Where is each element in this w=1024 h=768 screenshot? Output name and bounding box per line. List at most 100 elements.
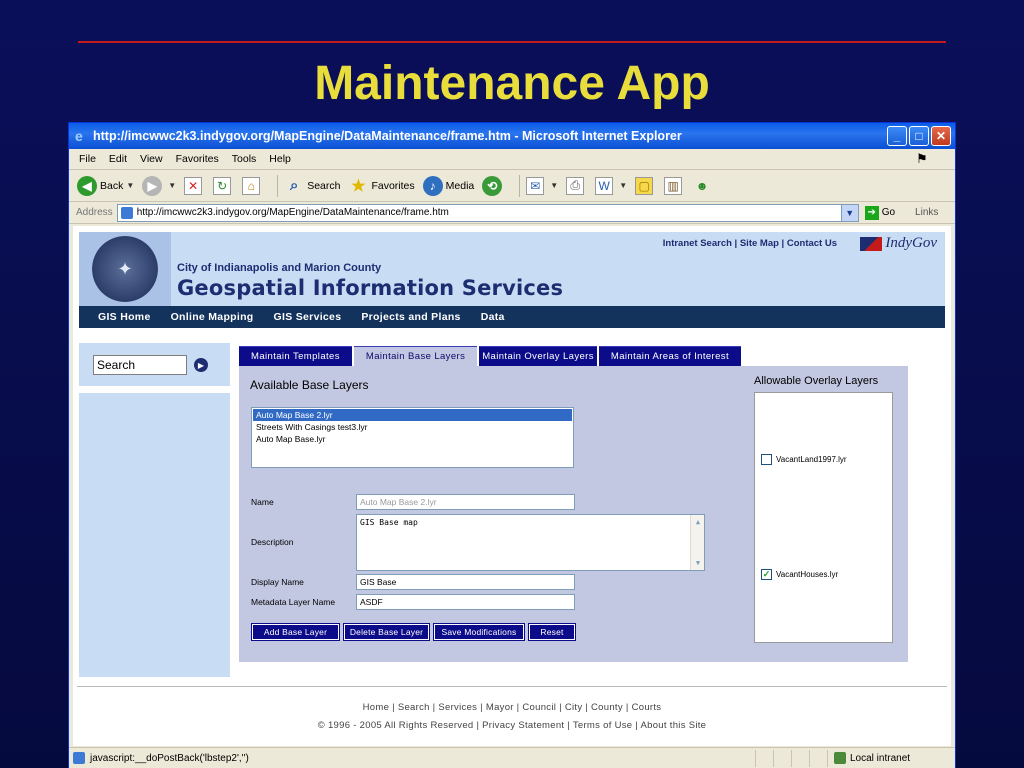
- edit-button[interactable]: W ▼: [595, 176, 627, 195]
- nav-gis-home[interactable]: GIS Home: [98, 311, 151, 323]
- menu-help[interactable]: Help: [269, 153, 291, 165]
- search-go-icon[interactable]: ▶: [194, 358, 208, 372]
- menu-tools[interactable]: Tools: [232, 153, 257, 165]
- tab-maintain-base-layers[interactable]: Maintain Base Layers: [353, 346, 478, 366]
- menu-file[interactable]: File: [79, 153, 96, 165]
- menu-favorites[interactable]: Favorites: [176, 153, 219, 165]
- status-cell: [773, 749, 791, 767]
- menu-edit[interactable]: Edit: [109, 153, 127, 165]
- footer-links[interactable]: Home | Search | Services | Mayor | Counc…: [73, 702, 951, 713]
- seal-icon: ✦: [92, 236, 158, 302]
- tab-bar: Maintain Templates Maintain Base Layers …: [239, 346, 743, 366]
- page-status-icon: [73, 752, 85, 764]
- display-name-label: Display Name: [251, 577, 304, 587]
- nav-gis-services[interactable]: GIS Services: [274, 311, 342, 323]
- forward-button[interactable]: ▶ ▼: [142, 175, 176, 196]
- star-icon: ★: [351, 177, 366, 195]
- slide-title: Maintenance App: [314, 57, 710, 110]
- chevron-down-icon[interactable]: ▼: [840, 204, 858, 221]
- metadata-layer-field[interactable]: ASDF: [356, 594, 575, 610]
- discuss-button[interactable]: ▢: [635, 176, 656, 195]
- tab-maintain-areas-of-interest[interactable]: Maintain Areas of Interest: [598, 346, 741, 366]
- base-layers-list[interactable]: Auto Map Base 2.lyr Streets With Casings…: [251, 407, 574, 468]
- research-button[interactable]: ▥: [664, 176, 685, 195]
- print-button[interactable]: ⎙: [566, 176, 587, 195]
- chevron-down-icon[interactable]: ▼: [619, 181, 627, 190]
- description-text: GIS Base map: [360, 518, 418, 527]
- history-button[interactable]: ⟲: [482, 175, 505, 196]
- intranet-icon: [834, 752, 846, 764]
- window-title: http://imcwwc2k3.indygov.org/MapEngine/D…: [93, 129, 682, 143]
- chevron-down-icon[interactable]: ▼: [126, 181, 134, 190]
- footer-copyright: © 1996 - 2005 All Rights Reserved | Priv…: [317, 720, 707, 731]
- security-zone: Local intranet: [827, 749, 955, 767]
- nav-data[interactable]: Data: [481, 311, 505, 323]
- indygov-text: IndyGov: [885, 235, 937, 251]
- reset-button[interactable]: Reset: [528, 623, 576, 641]
- chevron-down-icon[interactable]: ▼: [168, 181, 176, 190]
- nav-online-mapping[interactable]: Online Mapping: [171, 311, 254, 323]
- menu-view[interactable]: View: [140, 153, 163, 165]
- go-button[interactable]: ➔ Go: [864, 205, 895, 220]
- links-button[interactable]: Links: [915, 207, 938, 218]
- search-label: Search: [307, 179, 341, 192]
- add-base-layer-button[interactable]: Add Base Layer: [251, 623, 340, 641]
- checkbox-checked-icon[interactable]: ✓: [761, 569, 772, 580]
- window-titlebar[interactable]: e http://imcwwc2k3.indygov.org/MapEngine…: [69, 123, 955, 149]
- page-viewport: ✦ Intranet Search | Site Map | Contact U…: [73, 226, 951, 746]
- list-item[interactable]: Auto Map Base 2.lyr: [253, 409, 572, 421]
- favorites-button[interactable]: ★ Favorites: [348, 176, 414, 196]
- maximize-button[interactable]: □: [909, 126, 929, 146]
- list-item[interactable]: Auto Map Base.lyr: [253, 433, 572, 445]
- history-icon: ⟲: [482, 175, 503, 196]
- refresh-button[interactable]: ↻: [213, 176, 234, 195]
- chevron-down-icon[interactable]: ▼: [550, 181, 558, 190]
- home-button[interactable]: ⌂: [242, 176, 263, 195]
- site-search: Search ▶: [79, 343, 230, 386]
- go-arrow-icon: ➔: [864, 205, 879, 220]
- name-field[interactable]: Auto Map Base 2.lyr: [356, 494, 575, 510]
- overlay-item[interactable]: VacantLand1997.lyr: [761, 454, 847, 465]
- ie-logo-icon: e: [75, 128, 83, 144]
- overlay-item[interactable]: ✓ VacantHouses.lyr: [761, 569, 838, 580]
- description-label: Description: [251, 537, 294, 547]
- delete-base-layer-button[interactable]: Delete Base Layer: [343, 623, 430, 641]
- toolbar-separator: [519, 174, 521, 197]
- title-rule: [78, 41, 946, 43]
- description-field[interactable]: GIS Base map ▲ ▼: [356, 514, 705, 571]
- address-url: http://imcwwc2k3.indygov.org/MapEngine/D…: [136, 207, 449, 218]
- home-icon: ⌂: [242, 176, 261, 195]
- status-bar: javascript:__doPostBack('lbstep2','') Lo…: [69, 747, 955, 768]
- menu-bar: File Edit View Favorites Tools Help ⚑: [69, 149, 955, 170]
- mail-button[interactable]: ✉ ▼: [526, 176, 558, 195]
- minimize-button[interactable]: _: [887, 126, 907, 146]
- search-icon: ⌕: [289, 177, 299, 194]
- list-item[interactable]: Streets With Casings test3.lyr: [253, 421, 572, 433]
- mail-icon: ✉: [526, 176, 545, 195]
- indygov-logo[interactable]: IndyGov: [860, 235, 937, 252]
- site-nav: GIS Home Online Mapping GIS Services Pro…: [79, 306, 945, 328]
- display-name-field[interactable]: GIS Base: [356, 574, 575, 590]
- base-layers-panel: Available Base Layers Auto Map Base 2.ly…: [239, 366, 908, 662]
- address-input[interactable]: http://imcwwc2k3.indygov.org/MapEngine/D…: [116, 203, 859, 222]
- search-button[interactable]: ⌕ Search: [284, 176, 340, 196]
- messenger-icon: ☻: [695, 178, 709, 193]
- zone-label: Local intranet: [850, 752, 911, 764]
- close-button[interactable]: ✕: [931, 126, 951, 146]
- left-sidebar: [79, 393, 230, 677]
- search-input[interactable]: Search: [93, 355, 187, 375]
- stop-button[interactable]: ✕: [184, 176, 205, 195]
- scroll-down-icon[interactable]: ▼: [692, 557, 704, 569]
- save-modifications-button[interactable]: Save Modifications: [433, 623, 525, 641]
- nav-projects-plans[interactable]: Projects and Plans: [361, 311, 460, 323]
- messenger-button[interactable]: ☻: [693, 177, 714, 195]
- tab-maintain-overlay-layers[interactable]: Maintain Overlay Layers: [479, 346, 597, 366]
- description-scrollbar[interactable]: ▲ ▼: [690, 515, 704, 570]
- edit-icon: W: [595, 176, 614, 195]
- scroll-up-icon[interactable]: ▲: [692, 516, 704, 528]
- media-button[interactable]: ♪ Media: [422, 175, 474, 196]
- tab-maintain-templates[interactable]: Maintain Templates: [239, 346, 352, 366]
- back-button[interactable]: ◀ Back ▼: [77, 175, 134, 196]
- checkbox-unchecked[interactable]: [761, 454, 772, 465]
- top-links[interactable]: Intranet Search | Site Map | Contact Us: [663, 238, 837, 249]
